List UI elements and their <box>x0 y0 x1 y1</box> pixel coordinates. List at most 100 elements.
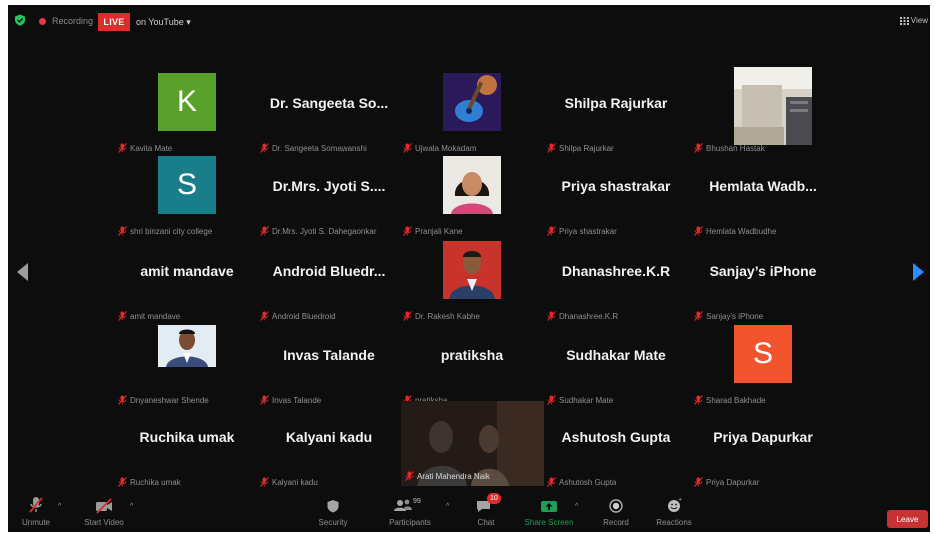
unmute-button[interactable]: Unmute <box>13 495 59 527</box>
record-icon <box>609 499 623 513</box>
reactions-button[interactable]: + Reactions <box>649 495 699 527</box>
participants-label: Participants <box>389 518 431 527</box>
profile-photo <box>443 156 501 214</box>
participant-tile[interactable]: Dr. Rakesh Kabhe <box>401 241 543 323</box>
recording-icon[interactable] <box>39 18 46 25</box>
video-options-caret-icon[interactable]: ^ <box>130 503 133 510</box>
participant-name: Dr. Sangeeta Somawanshi <box>272 143 367 153</box>
participant-tile[interactable]: Ujwala Mokadam <box>401 73 543 155</box>
profile-photo <box>158 325 216 367</box>
youtube-stream-menu[interactable]: on YouTube ▾ <box>136 17 191 28</box>
muted-mic-icon <box>694 311 703 321</box>
participant-display-name: Ashutosh Gupta <box>561 429 671 445</box>
share-screen-icon <box>541 501 557 512</box>
participant-display-name: Android Bluedr... <box>272 263 386 279</box>
muted-mic-icon <box>118 395 127 405</box>
participant-tile[interactable]: Hemlata Wadb... Hemlata Wadbudhe <box>692 156 834 238</box>
participant-tile[interactable]: Ashutosh Gupta Ashutosh Gupta <box>545 407 687 489</box>
participant-tile[interactable]: Sanjay’s iPhone Sanjay's iPhone <box>692 241 834 323</box>
start-video-label: Start Video <box>84 518 124 527</box>
participant-name: Ujwala Mokadam <box>415 143 477 153</box>
record-button[interactable]: Record <box>595 495 637 527</box>
live-badge[interactable]: LIVE <box>98 13 130 31</box>
participant-display-name: Kalyani kadu <box>285 429 373 445</box>
muted-mic-icon <box>118 477 127 487</box>
participant-name: Sanjay's iPhone <box>706 311 764 321</box>
participant-tile[interactable]: Android Bluedr... Android Bluedroid <box>258 241 400 323</box>
participants-button[interactable]: 99 Participants <box>382 495 438 527</box>
avatar: K <box>158 73 216 131</box>
security-shield-icon[interactable] <box>14 14 26 26</box>
security-button[interactable]: Security <box>311 495 355 527</box>
participant-name: amit mandave <box>130 311 181 321</box>
participant-display-name: Dhanashree.K.R <box>561 263 671 279</box>
participant-tile[interactable]: Sshri binzani city college <box>116 156 258 238</box>
zoom-meeting-window: Recording LIVE on YouTube ▾ View K Kavita… <box>8 5 930 532</box>
participant-tile[interactable]: pratiksha pratiksha <box>401 325 543 407</box>
participant-tile[interactable]: Dhanashree.K.R Dhanashree.K.R <box>545 241 687 323</box>
participant-tile[interactable]: S Sharad Bakhade <box>692 325 834 407</box>
svg-text:+: + <box>678 497 682 503</box>
muted-mic-icon <box>694 226 703 236</box>
muted-mic-icon <box>694 477 703 487</box>
chat-unread-badge: 10 <box>487 493 501 504</box>
participant-name: Dhanashree.K.R <box>559 311 619 321</box>
leave-button[interactable]: Leave <box>887 510 928 528</box>
participant-tile[interactable]: Ruchika umak Ruchika umak <box>116 407 258 489</box>
participant-tile[interactable]: Dr. Sangeeta So... Dr. Sangeeta Somawansh… <box>258 73 400 155</box>
participant-name-label: Sharad Bakhade <box>694 393 766 407</box>
participant-tile[interactable]: Arati Mahendra Naik <box>401 401 544 486</box>
participant-name-label: Arati Mahendra Naik <box>405 469 490 483</box>
participant-tile[interactable]: amit mandave amit mandave <box>116 241 258 323</box>
muted-mic-icon <box>547 143 556 153</box>
participant-name: Priya shastrakar <box>559 226 617 236</box>
participant-tile[interactable]: Dnyaneshwar Shende <box>116 325 258 407</box>
participant-tile[interactable]: Priya shastrakar Priya shastrakar <box>545 156 687 238</box>
muted-mic-icon <box>547 477 556 487</box>
participant-display-name: Sudhakar Mate <box>566 347 666 363</box>
participant-tile[interactable]: Shilpa Rajurkar Shilpa Rajurkar <box>545 73 687 155</box>
participant-name: Kalyani kadu <box>272 477 318 487</box>
share-options-caret-icon[interactable]: ^ <box>575 503 578 510</box>
participant-name-label: shri binzani city college <box>118 224 212 238</box>
muted-mic-icon <box>118 143 127 153</box>
top-bar: Recording LIVE on YouTube ▾ View <box>8 5 930 37</box>
chat-label: Chat <box>477 518 495 527</box>
previous-page-arrow-icon[interactable] <box>17 263 28 281</box>
participant-name: Kavita Mate <box>130 143 173 153</box>
participant-name: Ruchika umak <box>130 477 181 487</box>
view-label: View <box>910 16 928 25</box>
share-screen-button[interactable]: Share Screen <box>523 495 575 527</box>
participant-name: Shilpa Rajurkar <box>559 143 614 153</box>
participant-tile[interactable]: Pranjali Kane <box>401 156 543 238</box>
participants-options-caret-icon[interactable]: ^ <box>446 503 449 510</box>
participant-name: Dr.Mrs. Jyoti S. Dahegaonkar <box>272 226 377 236</box>
muted-mic-icon <box>29 497 43 513</box>
participant-name: Priya Dapurkar <box>706 477 760 487</box>
participant-name-label: Dr.Mrs. Jyoti S. Dahegaonkar <box>260 224 376 238</box>
participant-display-name: amit mandave <box>140 263 234 279</box>
chat-button[interactable]: 10 Chat <box>470 493 502 527</box>
participant-name-label: Ruchika umak <box>118 475 181 489</box>
start-video-button[interactable]: Start Video <box>76 495 132 527</box>
unmute-label: Unmute <box>21 518 50 527</box>
participant-tile[interactable]: Kalyani kadu Kalyani kadu <box>258 407 400 489</box>
muted-mic-icon <box>694 395 703 405</box>
participant-tile[interactable]: K Kavita Mate <box>116 73 258 155</box>
participant-display-name: Priya Dapurkar <box>713 429 813 445</box>
participant-name-label: amit mandave <box>118 309 180 323</box>
security-shield-icon <box>327 500 339 513</box>
profile-photo <box>734 67 812 145</box>
participant-name-label: Pranjali Kane <box>403 224 463 238</box>
participant-tile[interactable]: Invas Talande Invas Talande <box>258 325 400 407</box>
muted-mic-icon <box>403 143 412 153</box>
participant-tile[interactable]: Sudhakar Mate Sudhakar Mate <box>545 325 687 407</box>
next-page-arrow-icon[interactable] <box>913 263 924 281</box>
participant-tile[interactable]: Dr.Mrs. Jyoti S.... Dr.Mrs. Jyoti S. Dahe… <box>258 156 400 238</box>
participant-tile[interactable]: Bhushan Hastak <box>692 67 834 155</box>
participant-name-label: Shilpa Rajurkar <box>547 141 614 155</box>
muted-mic-icon <box>118 226 127 236</box>
participant-tile[interactable]: Priya Dapurkar Priya Dapurkar <box>692 407 834 489</box>
audio-options-caret-icon[interactable]: ^ <box>58 503 61 510</box>
view-button[interactable]: View <box>899 16 928 25</box>
